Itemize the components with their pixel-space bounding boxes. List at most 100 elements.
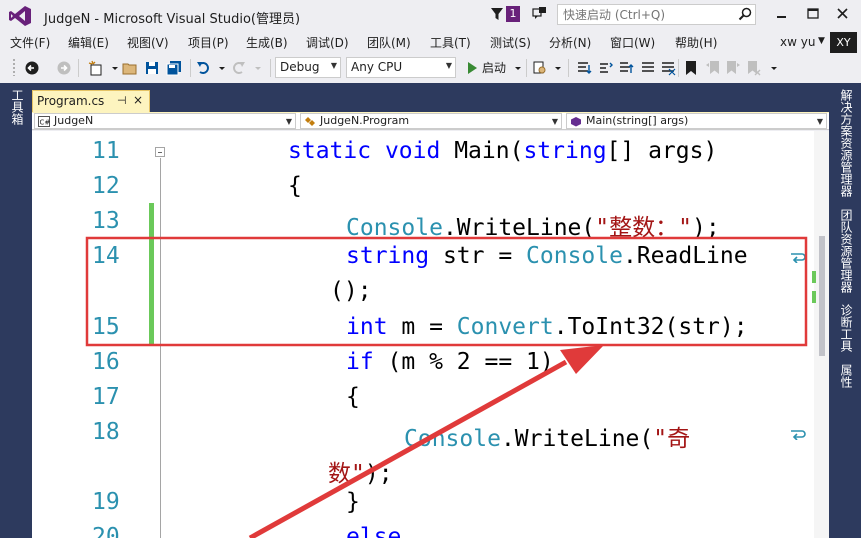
signed-in-user-name[interactable]: xw yu <box>780 35 815 49</box>
keyword-string: string <box>346 243 430 269</box>
properties-tab[interactable]: 属性 <box>838 364 855 388</box>
new-project-icon[interactable] <box>88 60 104 76</box>
line-number: 19 <box>92 489 120 515</box>
close-window-button[interactable] <box>830 4 856 24</box>
toolbar-separator <box>526 59 527 77</box>
feedback-icon[interactable] <box>532 6 548 22</box>
menu-window[interactable]: 窗口(W) <box>610 34 655 51</box>
menu-tools[interactable]: 工具(T) <box>430 34 471 51</box>
right-dock-strip: 解决方案资源管理器 团队资源管理器 诊断工具 属性 <box>829 83 861 538</box>
navigate-back-icon[interactable] <box>24 60 40 76</box>
collapse-region-icon[interactable] <box>155 147 165 157</box>
chevron-down-icon[interactable]: ▼ <box>817 115 823 128</box>
chevron-down-icon[interactable]: ▼ <box>818 36 825 46</box>
save-all-icon[interactable] <box>166 60 182 76</box>
menu-build[interactable]: 生成(B) <box>246 34 288 51</box>
menu-test[interactable]: 测试(S) <box>490 34 531 51</box>
code-editor[interactable]: 11 12 13 14 15 16 17 18 19 20 static voi… <box>32 131 829 538</box>
step-over-icon[interactable] <box>598 60 614 76</box>
code-line-16: if (m % 2 == 1) <box>346 349 554 375</box>
pin-tab-icon[interactable]: ⊣ <box>117 94 127 107</box>
save-icon[interactable] <box>144 60 160 76</box>
toolbar-separator <box>270 59 271 77</box>
previous-bookmark-icon[interactable] <box>705 60 721 76</box>
start-debugging-icon[interactable] <box>464 60 480 76</box>
line-number: 17 <box>92 384 120 410</box>
menu-help[interactable]: 帮助(H) <box>675 34 717 51</box>
line-number: 18 <box>92 419 120 445</box>
menu-edit[interactable]: 编辑(E) <box>68 34 109 51</box>
menu-team[interactable]: 团队(M) <box>367 34 411 51</box>
toolbar-separator <box>568 59 569 77</box>
toolbox-tab[interactable]: 工具箱 <box>9 89 26 125</box>
member-dropdown[interactable]: Main(string[] args) ▼ <box>566 113 827 129</box>
chevron-down-icon[interactable] <box>107 60 123 76</box>
code-line-19: } <box>346 489 360 515</box>
chevron-down-icon[interactable]: ▼ <box>331 61 337 70</box>
chevron-down-icon[interactable] <box>214 60 230 76</box>
maximize-button[interactable] <box>800 4 826 24</box>
menu-debug[interactable]: 调试(D) <box>306 34 349 51</box>
chevron-down-icon[interactable] <box>510 60 526 76</box>
left-dock-strip: 工具箱 <box>0 83 32 538</box>
type-dropdown[interactable]: JudgeN.Program ▼ <box>300 113 562 129</box>
quick-launch-box[interactable] <box>557 4 756 25</box>
code-line-13: Console.WriteLine("整数："); <box>346 208 720 242</box>
start-button-label[interactable]: 启动 <box>482 59 506 76</box>
code-line-18: Console.WriteLine("奇 <box>404 419 690 453</box>
type-console: Console <box>346 215 443 241</box>
minimize-button[interactable] <box>768 4 794 24</box>
menu-bar: 文件(F) 编辑(E) 视图(V) 项目(P) 生成(B) 调试(D) 团队(M… <box>0 32 861 53</box>
toolbar-grip[interactable] <box>12 58 16 76</box>
keyword-int: int <box>346 314 388 340</box>
step-into-icon[interactable] <box>576 60 592 76</box>
user-avatar[interactable]: XY <box>830 32 857 53</box>
scrollbar-change-marker <box>812 291 816 303</box>
search-icon[interactable] <box>738 7 752 21</box>
visual-studio-logo-icon <box>9 6 31 26</box>
document-tab-program-cs[interactable]: Program.cs ⊣ × <box>32 90 150 112</box>
navigate-forward-icon[interactable] <box>56 60 72 76</box>
solution-explorer-tab[interactable]: 解决方案资源管理器 <box>838 89 855 197</box>
code-line-17: { <box>346 384 360 410</box>
find-in-files-icon[interactable] <box>532 60 548 76</box>
chevron-down-icon[interactable]: ▼ <box>552 115 558 128</box>
scrollbar-thumb[interactable] <box>819 236 825 356</box>
quick-launch-input[interactable] <box>558 5 728 24</box>
chevron-down-icon[interactable]: ▼ <box>446 61 452 70</box>
open-file-icon[interactable] <box>122 60 138 76</box>
solution-configuration-combo[interactable]: Debug ▼ <box>275 57 341 78</box>
menu-view[interactable]: 视图(V) <box>127 34 169 51</box>
csharp-project-icon: C# <box>38 116 50 127</box>
line-number: 11 <box>92 138 120 164</box>
standard-toolbar: Debug ▼ Any CPU ▼ <box>0 54 861 81</box>
diagnostic-tools-tab[interactable]: 诊断工具 <box>838 304 855 352</box>
uncomment-icon[interactable] <box>660 60 676 76</box>
line-number: 20 <box>92 524 120 538</box>
keyword-else: else <box>346 524 402 538</box>
project-dropdown[interactable]: C# JudgeN ▼ <box>34 113 296 129</box>
notification-filter-icon[interactable] <box>490 6 504 22</box>
member-dropdown-value: Main(string[] args) <box>586 114 689 127</box>
redo-icon[interactable] <box>230 60 246 76</box>
window-title: JudgeN - Microsoft Visual Studio(管理员) <box>44 12 301 27</box>
chevron-down-icon[interactable] <box>550 60 566 76</box>
code-line-18-wrapped: 数"); <box>328 454 393 488</box>
chevron-down-icon[interactable] <box>250 60 266 76</box>
notification-count-badge[interactable]: 1 <box>506 6 520 22</box>
step-out-icon[interactable] <box>618 60 634 76</box>
chevron-down-icon[interactable]: ▼ <box>286 115 292 128</box>
clear-bookmarks-icon[interactable] <box>745 60 761 76</box>
solution-platform-combo[interactable]: Any CPU ▼ <box>346 57 456 78</box>
type-dropdown-value: JudgeN.Program <box>320 114 410 127</box>
undo-icon[interactable] <box>196 60 212 76</box>
comment-out-icon[interactable] <box>640 60 656 76</box>
close-tab-icon[interactable]: × <box>133 93 143 107</box>
menu-analyze[interactable]: 分析(N) <box>549 34 591 51</box>
team-explorer-tab[interactable]: 团队资源管理器 <box>838 209 855 293</box>
menu-project[interactable]: 项目(P) <box>188 34 229 51</box>
menu-file[interactable]: 文件(F) <box>10 34 50 51</box>
chevron-down-icon[interactable] <box>766 60 782 76</box>
next-bookmark-icon[interactable] <box>725 60 741 76</box>
bookmark-icon[interactable] <box>683 60 699 76</box>
